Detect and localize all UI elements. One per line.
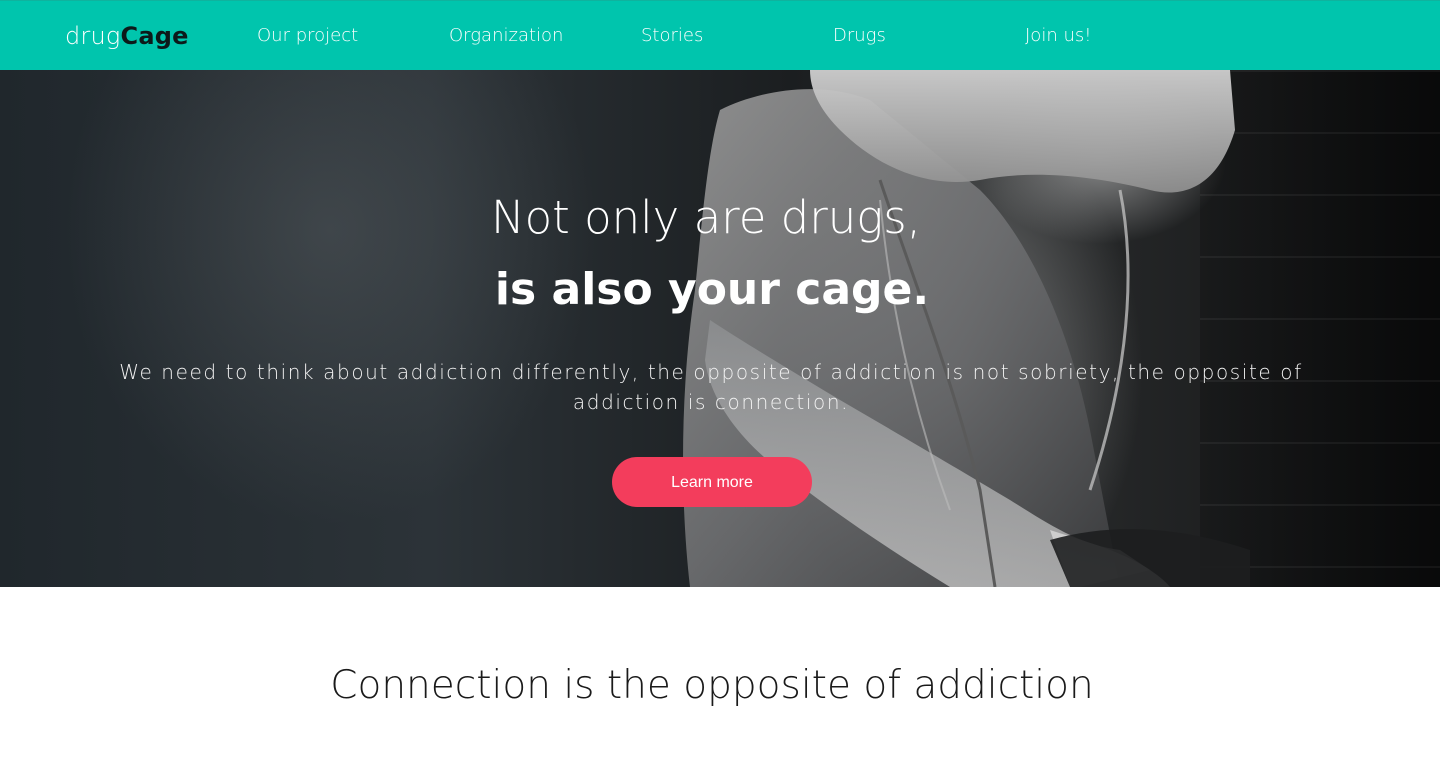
hero-section: Not only are drugs, is also your cage. W…: [0, 70, 1440, 587]
nav-link-join-us[interactable]: Join us!: [1025, 25, 1091, 47]
brand-logo[interactable]: drugCage: [65, 21, 189, 51]
nav-link-organization[interactable]: Organization: [449, 25, 563, 47]
hero-description: We need to think about addiction differe…: [119, 360, 1303, 414]
nav-link-drugs[interactable]: Drugs: [833, 25, 886, 47]
hero-content: Not only are drugs, is also your cage. W…: [0, 70, 1440, 587]
hero-title-line1: Not only are drugs,: [490, 191, 922, 244]
brand-logo-light: drug: [65, 22, 121, 50]
learn-more-button[interactable]: Learn more: [612, 457, 812, 507]
nav-link-stories[interactable]: Stories: [641, 25, 703, 47]
top-navbar: drugCage Our project Organization Storie…: [0, 0, 1440, 70]
nav-link-our-project[interactable]: Our project: [257, 25, 358, 47]
hero-title-line2: is also your cage.: [494, 264, 930, 315]
brand-logo-bold: Cage: [120, 22, 189, 50]
section-title: Connection is the opposite of addiction: [330, 663, 1094, 708]
